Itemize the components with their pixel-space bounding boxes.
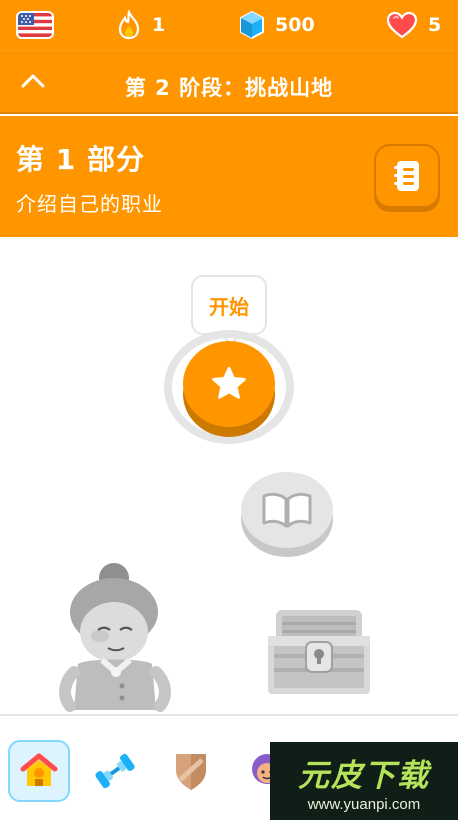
unit-subtitle: 介绍自己的职业 [16, 192, 163, 216]
gems-count: 500 [275, 14, 315, 36]
tab-leagues[interactable] [160, 740, 222, 802]
stage-bar[interactable]: 第 2 阶段：挑战山地 [0, 53, 458, 114]
treasure-chest-icon[interactable] [266, 608, 372, 696]
start-tooltip-label: 开始 [209, 294, 249, 319]
practice-dumbbell-icon [95, 753, 135, 789]
story-lesson-node[interactable] [241, 472, 333, 548]
guidebook-button[interactable] [374, 144, 440, 208]
watermark-main: 元皮下载 [298, 758, 430, 794]
us-flag-icon [18, 13, 52, 37]
watermark-url: www.yuanpi.com [307, 796, 421, 813]
heart-icon [386, 11, 418, 39]
character-illustration [59, 563, 171, 712]
start-tooltip[interactable]: 开始 [191, 275, 267, 335]
streak-counter[interactable]: 1 [116, 10, 165, 40]
lesson-start-node[interactable] [183, 341, 275, 427]
star-icon [212, 366, 246, 399]
top-status-bar: 1 500 5 [0, 0, 458, 53]
gems-counter[interactable]: 500 [239, 10, 315, 40]
home-icon [20, 753, 58, 786]
tab-home[interactable] [8, 740, 70, 802]
hearts-count: 5 [428, 14, 442, 36]
leagues-shield-icon [176, 754, 206, 790]
unit-title: 第 1 部分 [16, 143, 145, 176]
language-flag-button[interactable] [16, 11, 54, 39]
streak-count: 1 [152, 14, 166, 36]
unit-header: 第 1 部分 介绍自己的职业 [0, 116, 458, 237]
book-icon [262, 492, 312, 528]
guidebook-icon [394, 161, 419, 191]
hearts-counter[interactable]: 5 [386, 10, 441, 40]
watermark-logo: 元皮下载 www.yuanpi.com [270, 742, 458, 820]
gem-icon [240, 10, 264, 40]
stage-title: 第 2 阶段：挑战山地 [124, 76, 334, 100]
streak-flame-icon [118, 10, 140, 40]
tab-practice[interactable] [84, 740, 146, 802]
